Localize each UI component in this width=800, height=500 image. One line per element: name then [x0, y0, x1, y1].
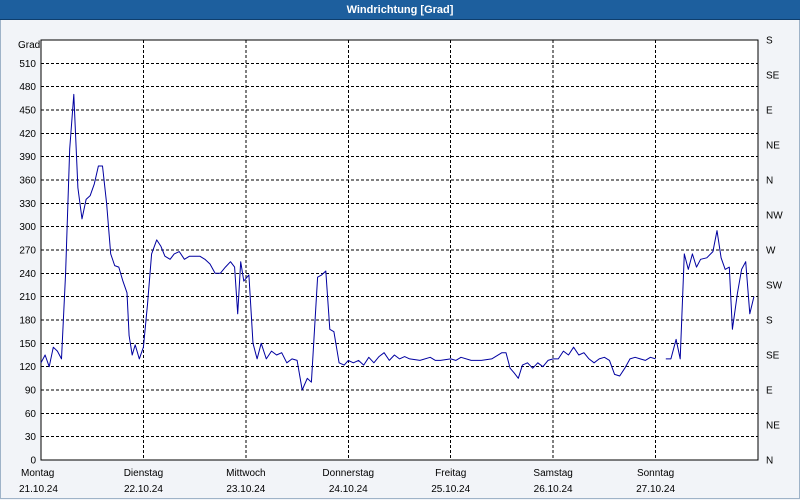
y-axis-label: Grad: [18, 40, 40, 51]
y-tick-label: 60: [25, 409, 37, 420]
right-axis-label: NE: [766, 421, 780, 432]
right-axis-label: E: [766, 386, 773, 397]
y-tick-label: 180: [19, 316, 36, 327]
y-tick-label: 30: [25, 432, 37, 443]
x-day-label: Samstag: [533, 468, 572, 479]
y-tick-label: 480: [19, 82, 36, 93]
x-date-label: 22.10.24: [124, 484, 163, 495]
x-day-label: Donnerstag: [322, 468, 374, 479]
wind-direction-chart: 0 30 60 90 120 150 180 210 240 270 300 330 360 390 420…: [18, 36, 783, 496]
y-tick-label: 360: [19, 176, 36, 187]
x-date-label: 26.10.24: [534, 484, 573, 495]
y-tick-label: 210: [19, 292, 36, 303]
y-tick-label: 270: [19, 246, 36, 257]
right-axis-label: S: [766, 316, 773, 327]
x-date-label: 25.10.24: [431, 484, 470, 495]
x-date-label: 21.10.24: [19, 484, 58, 495]
grid-layer: [41, 40, 758, 460]
y-tick-label: 450: [19, 106, 36, 117]
y-tick-label: 120: [19, 362, 36, 373]
x-day-label: Mittwoch: [226, 468, 265, 479]
x-date-label: 23.10.24: [226, 484, 265, 495]
x-date-label: 27.10.24: [636, 484, 675, 495]
y-tick-label: 330: [19, 199, 36, 210]
right-axis-label: SE: [766, 351, 780, 362]
y-tick-label: 390: [19, 152, 36, 163]
right-axis-label: SW: [766, 281, 783, 292]
right-axis-label: W: [766, 246, 776, 257]
right-axis-label: N: [766, 176, 773, 187]
y-tick-label: 300: [19, 222, 36, 233]
x-day-label: Dienstag: [124, 468, 163, 479]
right-axis-label: NW: [766, 211, 783, 222]
right-axis-label: NE: [766, 141, 780, 152]
right-axis-label: E: [766, 106, 773, 117]
x-date-label: 24.10.24: [329, 484, 368, 495]
x-day-label: Montag: [21, 468, 54, 479]
x-day-label: Freitag: [435, 468, 466, 479]
right-axis-label: N: [766, 456, 773, 467]
chart-frame: 0 30 60 90 120 150 180 210 240 270 300 330 360 390 420…: [0, 20, 800, 499]
y-tick-label: 90: [25, 386, 37, 397]
y-tick-label: 240: [19, 269, 36, 280]
y-tick-label: 0: [30, 456, 36, 467]
right-axis-label: SE: [766, 71, 780, 82]
right-axis-label: S: [766, 36, 773, 47]
chart-title: Windrichtung [Grad]: [0, 0, 800, 20]
x-day-label: Sonntag: [637, 468, 674, 479]
y-tick-label: 510: [19, 59, 36, 70]
y-tick-label: 150: [19, 339, 36, 350]
y-tick-label: 420: [19, 129, 36, 140]
